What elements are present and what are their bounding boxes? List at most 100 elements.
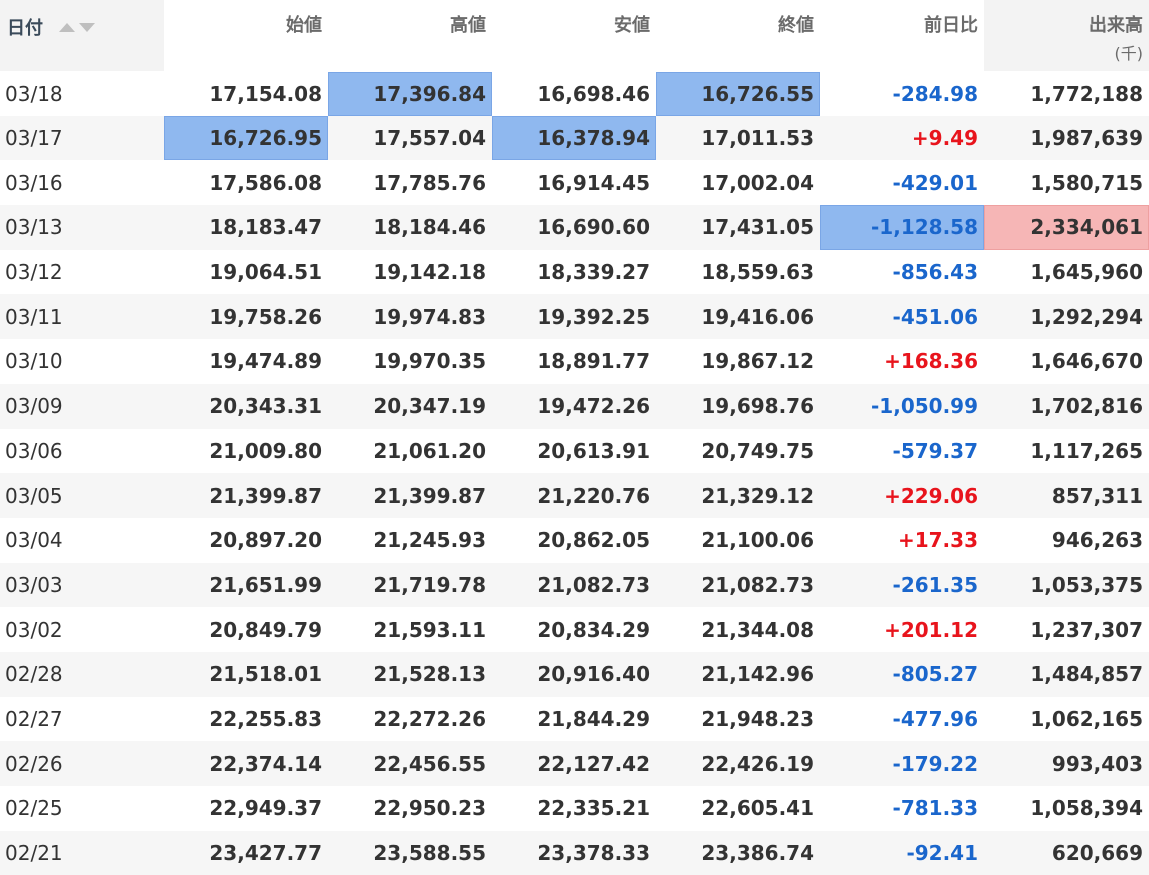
open-cell: 23,427.77 [164, 830, 328, 875]
close-cell: 22,426.19 [656, 741, 820, 786]
open-cell: 21,518.01 [164, 651, 328, 697]
open-cell: 18,183.47 [164, 205, 328, 250]
open-cell: 21,009.80 [209, 438, 322, 463]
low-cell: 21,844.29 [537, 706, 650, 731]
low-cell: 20,613.91 [537, 438, 650, 463]
date-cell: 02/21 [0, 830, 164, 875]
high-cell: 17,785.76 [373, 170, 486, 195]
volume-unit-label: (千) [1114, 44, 1144, 63]
volume-cell: 857,311 [984, 473, 1149, 518]
close-cell: 16,726.55 [656, 71, 820, 116]
table-row: 03/17 16,726.95 17,557.04 16,378.94 17,011.5… [0, 115, 1149, 161]
change-cell: -429.01 [892, 170, 978, 195]
open-cell: 19,474.89 [209, 349, 322, 374]
date-cell: 02/27 [5, 706, 63, 731]
open-cell: 20,343.31 [164, 383, 328, 429]
close-cell: 18,559.63 [701, 260, 814, 285]
table-row: 03/12 19,064.51 19,142.18 18,339.27 18,559.6… [0, 250, 1149, 295]
date-cell: 02/28 [0, 651, 164, 697]
date-cell: 03/16 [5, 170, 63, 195]
date-cell: 03/03 [0, 562, 164, 608]
low-cell: 16,690.60 [492, 205, 656, 250]
change-cell: -477.96 [892, 706, 978, 731]
table-row: 03/10 19,474.89 19,970.35 18,891.77 19,867.1… [0, 339, 1149, 384]
close-cell: 21,329.12 [656, 473, 820, 518]
low-cell: 20,916.40 [492, 651, 656, 697]
close-cell: 17,002.04 [701, 170, 814, 195]
change-cell: +168.36 [884, 349, 978, 374]
date-cell: 03/12 [5, 260, 63, 285]
open-cell: 16,726.95 [164, 115, 328, 161]
change-cell: -92.41 [820, 830, 984, 875]
low-cell: 16,698.46 [537, 81, 650, 106]
table-row: 02/28 21,518.01 21,528.13 20,916.40 21,142.9… [0, 651, 1149, 697]
sort-ascending-icon[interactable] [59, 23, 76, 32]
high-column-header: 高値 [328, 0, 492, 72]
close-cell: 23,386.74 [656, 830, 820, 875]
change-cell: -179.22 [820, 741, 984, 786]
close-cell: 17,431.05 [656, 205, 820, 250]
volume-header-label: 出来高 [1089, 15, 1143, 36]
close-cell: 21,948.23 [701, 706, 814, 731]
high-cell: 22,272.26 [373, 706, 486, 731]
table-row: 02/27 22,255.83 22,272.26 21,844.29 21,948.2… [0, 697, 1149, 742]
high-cell: 21,061.20 [373, 438, 486, 463]
low-cell: 16,914.45 [537, 170, 650, 195]
table-row: 03/05 21,399.87 21,399.87 21,220.76 21,329.1… [0, 473, 1149, 518]
change-cell: +9.49 [820, 115, 984, 161]
table-row: 03/09 20,343.31 20,347.19 19,472.26 19,698.7… [0, 383, 1149, 429]
low-cell: 18,891.77 [537, 349, 650, 374]
date-cell: 03/10 [5, 349, 63, 374]
open-cell: 19,758.26 [164, 294, 328, 340]
date-header-label: 日付 [7, 18, 43, 39]
close-cell: 19,416.06 [656, 294, 820, 340]
low-cell: 20,834.29 [537, 617, 650, 642]
volume-column-header: 出来高 (千) [984, 0, 1149, 72]
low-cell: 19,472.26 [492, 383, 656, 429]
change-column-header: 前日比 [820, 0, 984, 72]
date-cell: 03/13 [0, 205, 164, 250]
volume-cell: 993,403 [984, 741, 1149, 786]
close-cell: 21,142.96 [656, 651, 820, 697]
change-cell: +201.12 [884, 617, 978, 642]
change-cell: -579.37 [892, 438, 978, 463]
date-cell: 02/25 [5, 796, 63, 821]
open-cell: 17,586.08 [209, 170, 322, 195]
date-cell: 03/06 [5, 438, 63, 463]
close-cell: 20,749.75 [701, 438, 814, 463]
table-row: 03/16 17,586.08 17,785.76 16,914.45 17,002.0… [0, 160, 1149, 205]
date-cell: 03/18 [5, 81, 63, 106]
high-cell: 19,142.18 [373, 260, 486, 285]
change-cell: +229.06 [820, 473, 984, 518]
table-row: 02/21 23,427.77 23,588.55 23,378.33 23,386.7… [0, 830, 1149, 875]
high-cell: 17,396.84 [328, 71, 492, 116]
low-cell: 16,378.94 [492, 115, 656, 161]
high-cell: 17,557.04 [328, 115, 492, 161]
price-history-table: 日付 始値 高値 安値 終値 前日比 出来高 (千) 03/18 17,154.0… [0, 0, 1149, 875]
low-cell: 20,862.05 [537, 528, 650, 553]
close-cell: 17,011.53 [656, 115, 820, 161]
date-cell: 03/17 [0, 115, 164, 161]
open-cell: 20,897.20 [209, 528, 322, 553]
table-row: 02/26 22,374.14 22,456.55 22,127.42 22,426.1… [0, 741, 1149, 786]
volume-cell: 946,263 [1051, 528, 1143, 553]
high-cell: 23,588.55 [328, 830, 492, 875]
high-cell: 19,974.83 [328, 294, 492, 340]
change-cell: -1,050.99 [820, 383, 984, 429]
sort-descending-icon[interactable] [79, 23, 96, 32]
table-row: 03/03 21,651.99 21,719.78 21,082.73 21,082.7… [0, 562, 1149, 608]
date-cell: 03/09 [0, 383, 164, 429]
volume-cell: 1,645,960 [1030, 260, 1143, 285]
low-cell: 22,335.21 [537, 796, 650, 821]
high-cell: 19,970.35 [373, 349, 486, 374]
table-row: 03/04 20,897.20 21,245.93 20,862.05 21,100.0… [0, 518, 1149, 563]
change-cell: -261.35 [820, 562, 984, 608]
open-cell: 22,374.14 [164, 741, 328, 786]
high-cell: 22,456.55 [328, 741, 492, 786]
open-cell: 22,949.37 [209, 796, 322, 821]
sort-controls[interactable] [59, 16, 99, 37]
close-column-header: 終値 [656, 0, 820, 72]
date-cell: 02/26 [0, 741, 164, 786]
date-column-header[interactable]: 日付 [0, 0, 164, 72]
high-cell: 21,528.13 [328, 651, 492, 697]
